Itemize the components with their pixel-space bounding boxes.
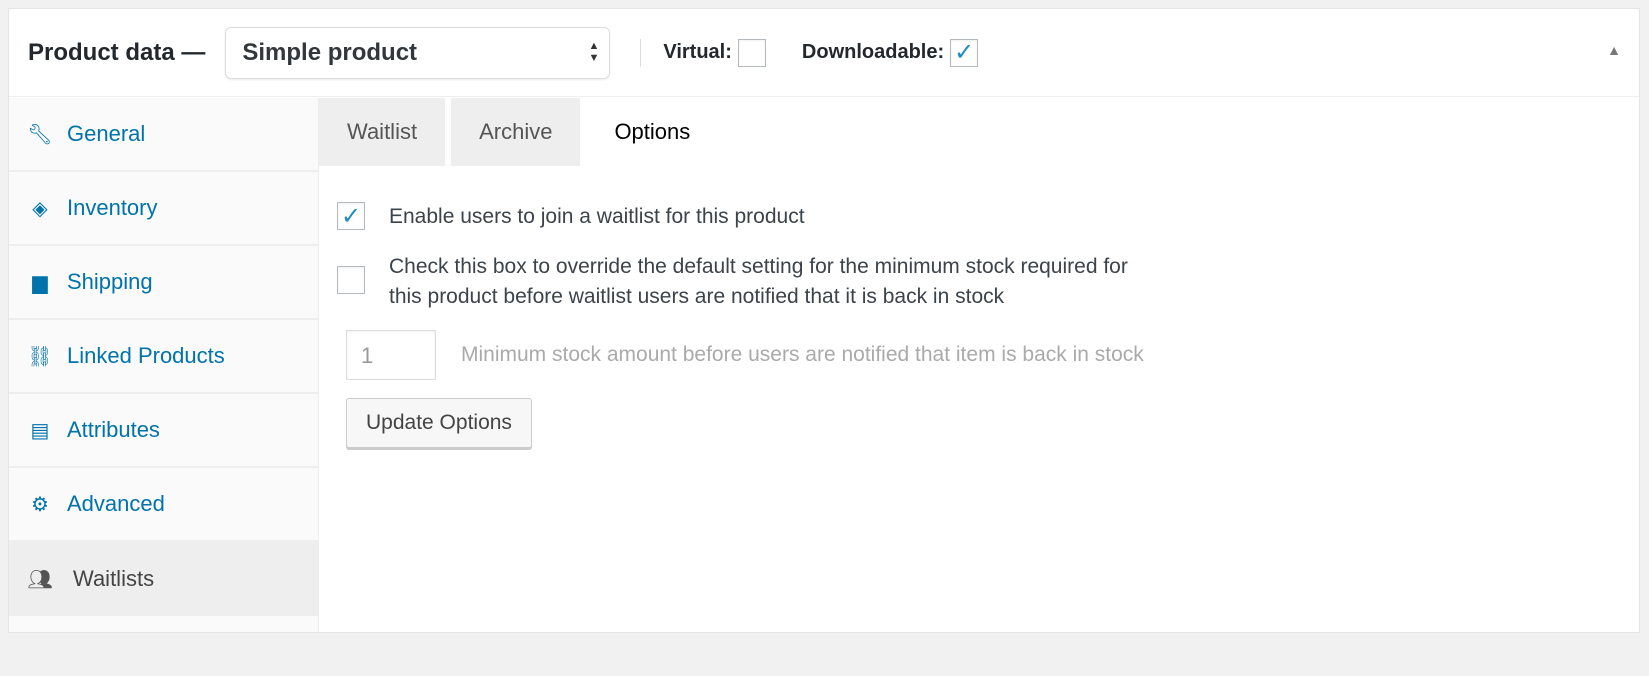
override-label-line-2: this product before waitlist users are n… (389, 285, 1005, 308)
sidebar-item-attributes[interactable]: ▤ Attributes (9, 394, 318, 468)
sidebar-item-label: Shipping (67, 269, 153, 294)
sidebar-item-general[interactable]: 🔧︎ General (9, 98, 318, 172)
tab-waitlist[interactable]: Waitlist (319, 98, 446, 166)
sidebar-item-label: Waitlists (73, 566, 155, 591)
list-icon: ▤ (30, 419, 50, 442)
update-options-button[interactable]: Update Options (346, 398, 532, 448)
sidebar-item-linked-products[interactable]: ⛓ Linked Products (9, 320, 318, 394)
sidebar-item-waitlists[interactable]: 👥︎ Waitlists (9, 542, 318, 616)
options-content: ✓ Enable users to join a waitlist for th… (337, 200, 1144, 448)
tab-archive[interactable]: Archive (451, 98, 581, 166)
sidebar-item-label: General (67, 121, 146, 146)
wrench-icon: 🔧︎ (27, 123, 53, 146)
panel-header: Product data — Simple product ▲ ▼ Virtual… (9, 9, 1639, 97)
sidebar-item-advanced[interactable]: ⚙ Advanced (9, 468, 318, 542)
tag-icon: ◈ (32, 197, 48, 220)
override-label-line-1: Check this box to override the default s… (389, 255, 1128, 278)
collapse-arrow-icon[interactable]: ▲ (1607, 42, 1621, 58)
override-min-stock-checkbox[interactable] (337, 266, 365, 294)
sidebar-item-label: Linked Products (67, 343, 225, 368)
sidebar: 🔧︎ General ◈ Inventory ▆ Shipping ⛓ Linked P… (9, 98, 319, 632)
enable-waitlist-checkbox[interactable]: ✓ (337, 202, 365, 230)
select-arrows-icon: ▲ ▼ (588, 39, 600, 64)
min-stock-input[interactable]: 1 (346, 330, 436, 380)
sidebar-item-inventory[interactable]: ◈ Inventory (9, 172, 318, 246)
truck-icon: ▆ (32, 271, 48, 294)
users-icon: 👥︎ (27, 568, 53, 591)
sidebar-item-shipping[interactable]: ▆ Shipping (9, 246, 318, 320)
link-icon: ⛓ (27, 345, 53, 368)
product-type-value: Simple product (242, 38, 418, 66)
tab-options[interactable]: Options (586, 98, 719, 166)
sidebar-item-label: Advanced (67, 491, 165, 516)
tab-bar: Waitlist Archive Options (319, 98, 1639, 166)
downloadable-label: Downloadable: (801, 41, 945, 63)
panel-title: Product data — (28, 38, 206, 66)
sidebar-item-label: Inventory (67, 195, 158, 220)
min-stock-label: Minimum stock amount before users are no… (461, 343, 1144, 366)
sidebar-item-label: Attributes (67, 417, 160, 442)
downloadable-checkbox[interactable]: ✓ (950, 38, 979, 67)
virtual-label: Virtual: (663, 41, 732, 63)
divider (640, 38, 642, 67)
enable-waitlist-label: Enable users to join a waitlist for this… (389, 205, 805, 228)
gear-icon: ⚙ (31, 493, 49, 516)
product-type-select[interactable]: Simple product ▲ ▼ (225, 26, 611, 79)
virtual-checkbox[interactable] (737, 38, 766, 67)
